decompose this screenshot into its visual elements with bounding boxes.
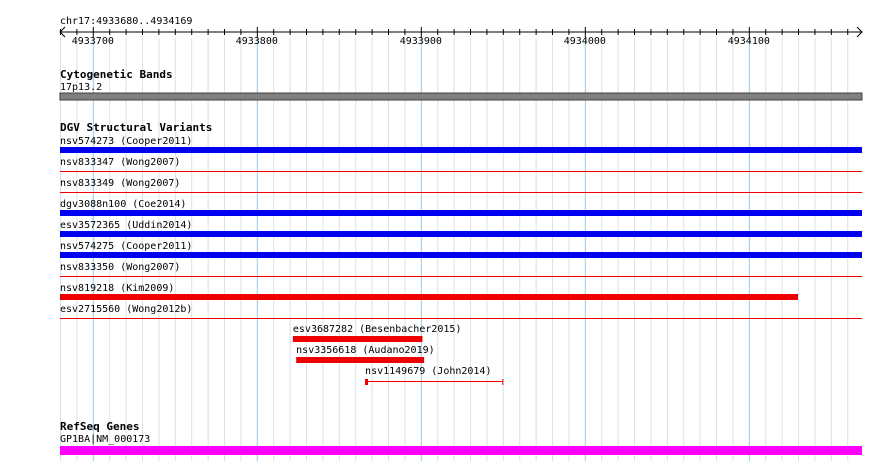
ruler-tick-label: 4934100 <box>728 36 770 47</box>
dgv-variant-label: nsv833350 (Wong2007) <box>60 262 180 273</box>
ruler-tick-label: 4933800 <box>236 36 278 47</box>
ruler-tick-label: 4933900 <box>400 36 442 47</box>
coordinate-ruler[interactable]: 4933700 4933800 4933900 4934000 4934100 <box>59 26 863 47</box>
dgv-small-variant-label: esv3687282 (Besenbacher2015) <box>293 324 462 335</box>
dgv-variant-line[interactable] <box>60 276 862 277</box>
genome-browser-viewer[interactable]: chr17:4933680..4934169 4933700 4933800 493… <box>0 0 890 461</box>
dgv-variant-bar[interactable] <box>60 252 862 258</box>
dgv-structural-variants-track[interactable]: DGV Structural Variants nsv574273 (Coope… <box>60 121 862 385</box>
dgv-variant-label: nsv574275 (Cooper2011) <box>60 241 192 252</box>
dgv-variant-label: nsv833349 (Wong2007) <box>60 178 180 189</box>
dgv-variant-bar[interactable] <box>60 294 799 300</box>
dgv-variant-label: nsv574273 (Cooper2011) <box>60 136 192 147</box>
refseq-track-title: RefSeq Genes <box>60 420 139 433</box>
dgv-variant-line[interactable] <box>60 171 862 172</box>
dgv-variant-label: nsv833347 (Wong2007) <box>60 157 180 168</box>
dgv-variant-label: nsv819218 (Kim2009) <box>60 283 174 294</box>
dgv-variant-bar[interactable] <box>60 231 862 237</box>
dgv-variant-rows: nsv574273 (Cooper2011) nsv833347 (Wong200… <box>60 136 862 319</box>
dgv-variant-bar[interactable] <box>60 210 862 216</box>
cytogenetic-band-label: 17p13.2 <box>60 82 102 93</box>
ruler-tick-label: 4933700 <box>72 36 114 47</box>
refseq-genes-track[interactable]: RefSeq Genes GP1BA|NM_000173 <box>60 420 862 455</box>
dgv-variant-line[interactable] <box>60 192 862 193</box>
dgv-variant-line[interactable] <box>60 318 862 319</box>
dgv-small-variant-label: nsv3356618 (Audano2019) <box>296 345 434 356</box>
location-label: chr17:4933680..4934169 <box>60 16 192 27</box>
dgv-variant-bar[interactable] <box>60 147 862 153</box>
dgv-small-variant-bar[interactable] <box>292 336 423 342</box>
dgv-small-variant-bar[interactable] <box>296 357 425 363</box>
dgv-small-variant-label: nsv1149679 (John2014) <box>365 366 491 377</box>
track-canvas: chr17:4933680..4934169 4933700 4933800 493… <box>59 16 863 461</box>
ruler-tick-label: 4934000 <box>564 36 606 47</box>
dgv-variant-label: esv2715560 (Wong2012b) <box>60 304 192 315</box>
dgv-track-title: DGV Structural Variants <box>60 121 212 134</box>
cytogenetic-track-title: Cytogenetic Bands <box>60 68 173 81</box>
dgv-variant-label: esv3572365 (Uddin2014) <box>60 220 192 231</box>
refseq-gene-bar[interactable] <box>60 446 862 455</box>
cytogenetic-band-bar[interactable] <box>59 92 863 101</box>
cytogenetic-bands-track[interactable]: Cytogenetic Bands 17p13.2 <box>59 68 863 101</box>
ruler-labels: 4933700 4933800 4933900 4934000 4934100 <box>72 36 770 47</box>
dgv-small-variant-endcap <box>365 379 369 385</box>
refseq-gene-label: GP1BA|NM_000173 <box>60 434 150 445</box>
dgv-variant-label: dgv3088n100 (Coe2014) <box>60 199 186 210</box>
dgv-small-variants: esv3687282 (Besenbacher2015) nsv3356618 (… <box>292 324 504 385</box>
